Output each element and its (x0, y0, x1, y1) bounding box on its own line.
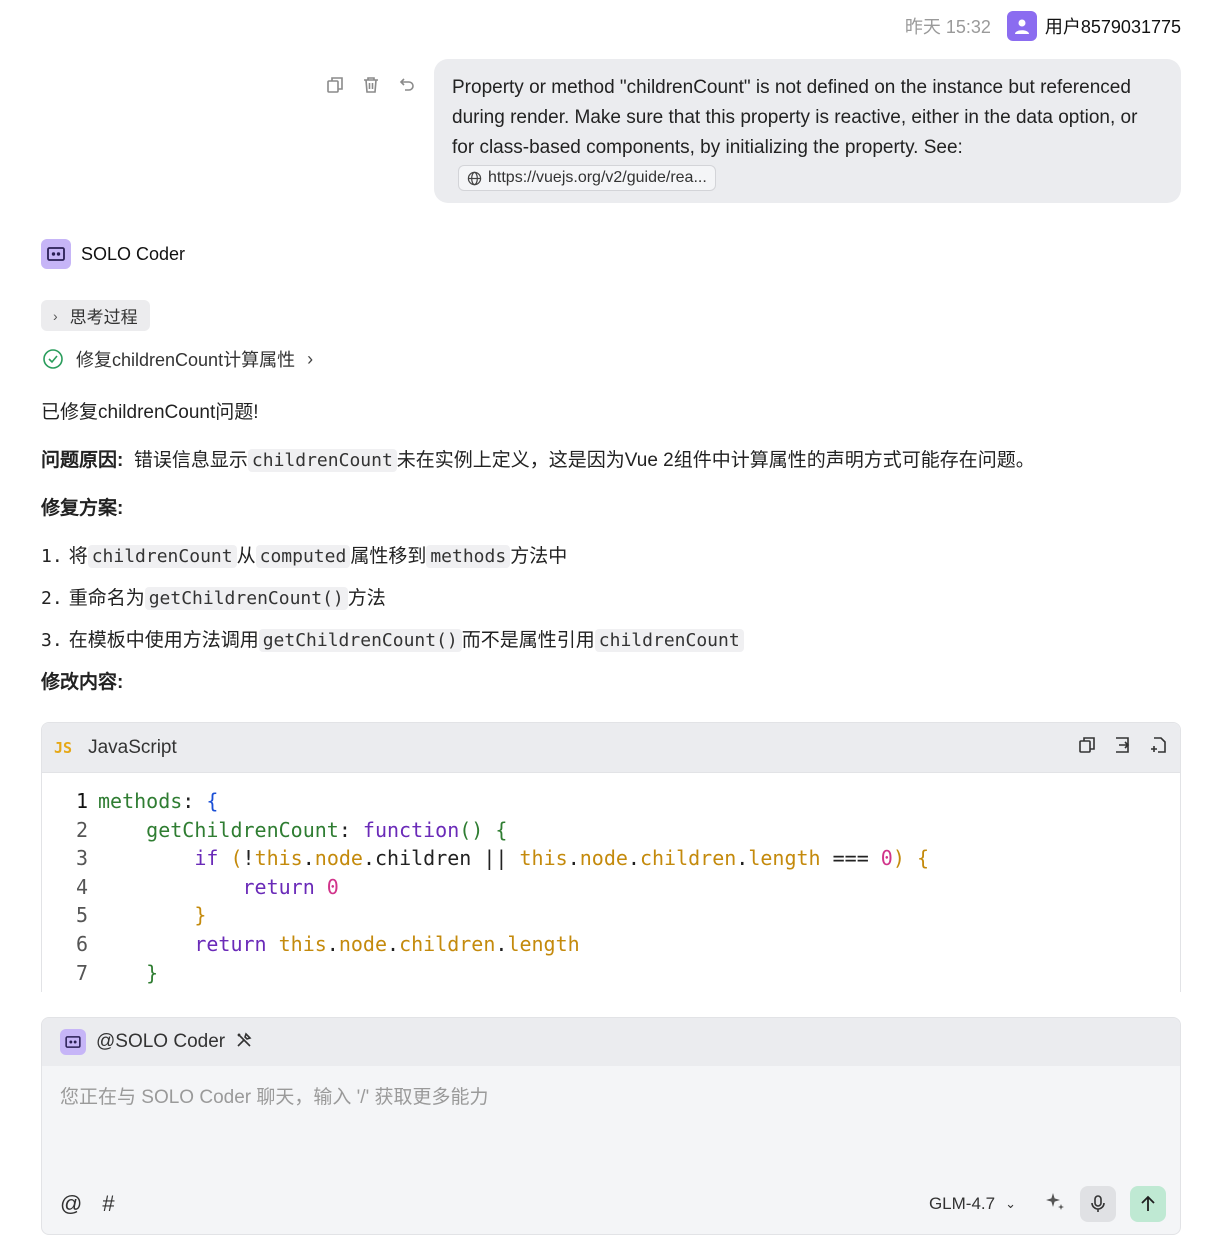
chat-composer: @SOLO Coder 您正在与 SOLO Coder 聊天，输入 '/' 获取… (41, 1017, 1181, 1235)
check-circle-icon (43, 349, 63, 369)
composer-header: @SOLO Coder (42, 1018, 1180, 1066)
cause-paragraph: 问题原因: 错误信息显示 childrenCount 未在实例上定义，这是因为Vue… (41, 444, 1181, 478)
model-name: GLM-4.7 (928, 1194, 996, 1213)
new-file-icon[interactable] (1150, 736, 1168, 759)
avatar (1006, 11, 1037, 41)
chat-input[interactable]: 您正在与 SOLO Coder 聊天，输入 '/' 获取更多能力 (60, 1082, 1160, 1109)
send-button[interactable] (1130, 1186, 1166, 1222)
task-label: 修复childrenCount计算属性 (76, 350, 296, 370)
chevron-down-icon: ⌄ (1005, 1196, 1016, 1211)
globe-icon (467, 171, 482, 185)
code-line: 7 } (75, 960, 159, 985)
summary: 已修复childrenCount问题! (41, 402, 259, 423)
model-selector[interactable]: GLM-4.7 ⌄ (929, 1194, 1016, 1214)
assistant-content: 已修复childrenCount问题! 问题原因: 错误信息显示 children… (41, 396, 1181, 714)
chevron-right-icon: › (53, 307, 58, 324)
hash-context-button[interactable]: # (102, 1191, 114, 1217)
code-tools (1078, 736, 1168, 759)
code-line: 3 if (!this.node.children || this.node.c… (75, 846, 929, 871)
thinking-toggle[interactable]: › 思考过程 (41, 300, 150, 331)
list-item: 2. 重命名为 getChildrenCount() 方法 (41, 587, 386, 610)
changes-label: 修改内容: (41, 672, 124, 693)
code-line: 1 methods: { (75, 789, 219, 813)
list-item: 3. 在模板中使用方法调用 getChildrenCount() 而不是属性引用 chi… (41, 624, 1181, 658)
javascript-icon: JS (54, 738, 73, 757)
cause-text: 未在实例上定义，这是因为Vue 2组件中计算属性的声明方式可能存在问题。 (396, 450, 1035, 471)
assistant-header: SOLO Coder (41, 239, 185, 269)
composer-footer: @ # GLM-4.7 ⌄ (42, 1186, 1180, 1222)
code-line: 5 } (75, 903, 207, 928)
inline-code: childrenCount (247, 449, 397, 472)
code-header: JS JavaScript (42, 723, 1180, 773)
code-line: 4 return 0 (75, 874, 339, 899)
copy-code-icon[interactable] (1078, 736, 1096, 759)
undo-icon[interactable] (396, 74, 418, 96)
arrow-up-icon (1141, 1195, 1155, 1211)
agent-icon (60, 1029, 86, 1055)
delete-icon[interactable] (360, 74, 382, 96)
copy-icon[interactable] (324, 74, 346, 96)
user-icon (1014, 19, 1029, 34)
link-text: https://vuejs.org/v2/guide/rea... (488, 169, 707, 186)
microphone-icon (1091, 1195, 1105, 1212)
user-info[interactable]: 用户8579031775 (1006, 11, 1181, 41)
cause-text: 错误信息显示 (133, 450, 248, 471)
fix-label: 修复方案: (41, 498, 124, 519)
code-block: JS JavaScript 1 methods: { 2 getChildrenC… (41, 722, 1181, 992)
composer-tools: GLM-4.7 ⌄ (929, 1186, 1166, 1222)
code-language: JavaScript (88, 736, 177, 758)
message-header: 昨天 15:32 用户8579031775 (905, 10, 1181, 42)
username: 用户8579031775 (1044, 17, 1181, 37)
code-line: 2 getChildrenCount: function() { (75, 817, 508, 842)
microphone-button[interactable] (1080, 1186, 1116, 1222)
cause-label: 问题原因: (41, 450, 124, 471)
agent-mention[interactable]: @SOLO Coder (96, 1031, 225, 1053)
sparkle-icon[interactable] (1044, 1191, 1066, 1218)
list-item: 1. 将 childrenCount 从 computed 属性移到 methods 方法中 (41, 545, 568, 568)
thinking-label: 思考过程 (69, 308, 138, 327)
agent-name: SOLO Coder (81, 243, 186, 264)
tools-icon[interactable] (235, 1031, 253, 1054)
code-body: 1 methods: { 2 getChildrenCount: function… (42, 773, 1180, 992)
timestamp: 昨天 15:32 (904, 17, 991, 37)
chevron-right-icon: › (307, 348, 314, 369)
code-line: 6 return this.node.children.length (75, 931, 580, 956)
insert-code-icon[interactable] (1114, 736, 1132, 759)
user-message-text: Property or method "childrenCount" is no… (452, 77, 1138, 158)
link-chip[interactable]: https://vuejs.org/v2/guide/rea... (458, 165, 716, 191)
agent-icon (41, 239, 71, 269)
message-actions (324, 74, 418, 96)
user-message-bubble: Property or method "childrenCount" is no… (434, 59, 1181, 203)
code-line: 8} (42, 987, 1180, 992)
at-mention-button[interactable]: @ (60, 1191, 82, 1217)
task-item[interactable]: 修复childrenCount计算属性 › (42, 346, 313, 372)
